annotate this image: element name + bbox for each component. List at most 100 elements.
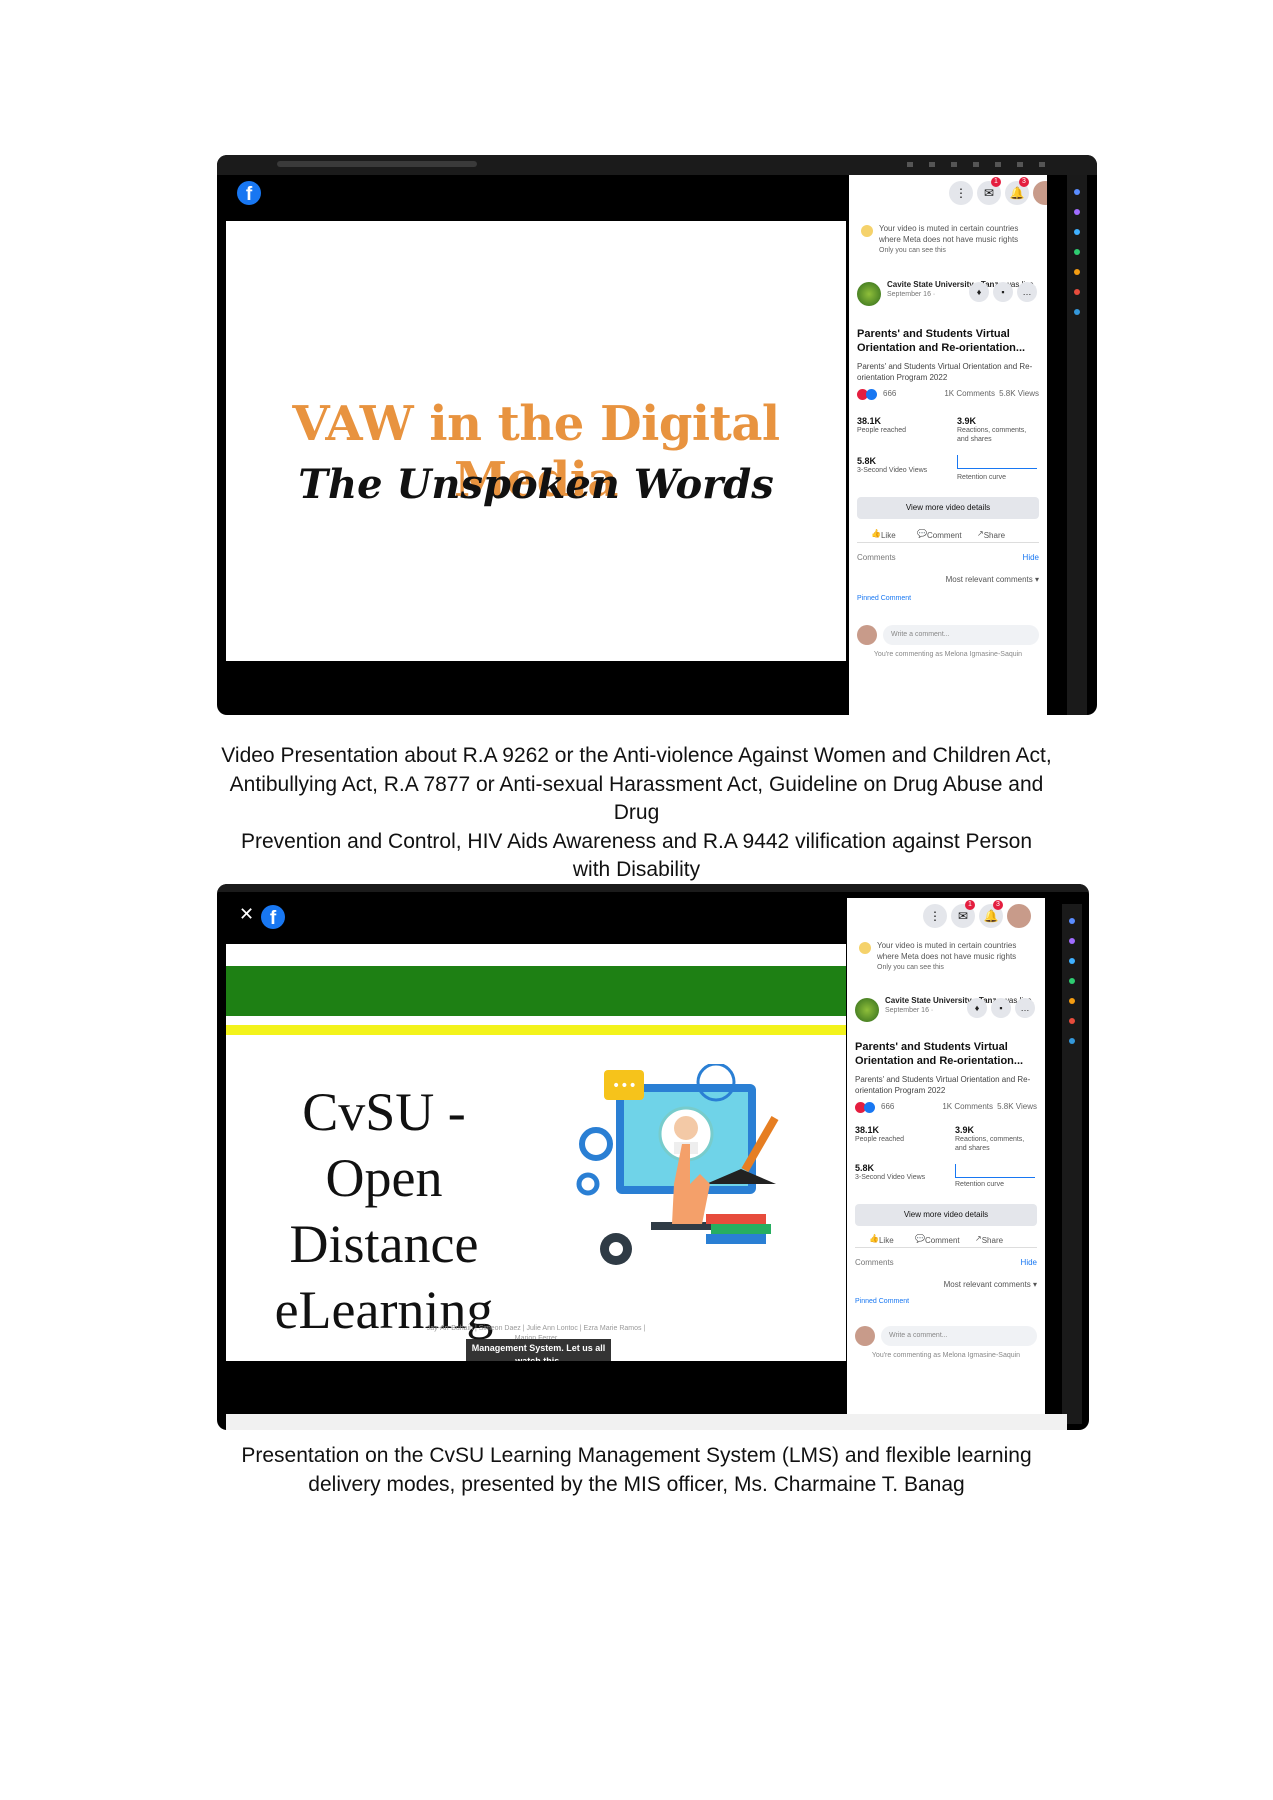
three-second-views-label: 3-Second Video Views bbox=[857, 467, 928, 474]
three-second-views-value: 5.8K bbox=[855, 1163, 875, 1173]
comment-input[interactable]: Write a comment... bbox=[881, 1326, 1037, 1346]
people-reached-value: 38.1K bbox=[857, 416, 882, 426]
page-avatar[interactable] bbox=[855, 998, 879, 1022]
comment-sort-dropdown[interactable]: Most relevant comments ▾ bbox=[857, 575, 1039, 584]
bell-icon[interactable]: ♦ bbox=[967, 998, 987, 1018]
caption-line: with Disability bbox=[572, 858, 701, 881]
video-title: Parents' and Students Virtual Orientatio… bbox=[857, 328, 1026, 354]
avatar bbox=[857, 625, 877, 645]
svg-text:•••: ••• bbox=[612, 1078, 637, 1094]
commenting-as-notice: You're commenting as Melona Igmasine-Saq… bbox=[871, 1352, 1021, 1359]
three-second-views-value: 5.8K bbox=[857, 456, 877, 466]
muted-notice: Your video is muted in certain countries… bbox=[857, 223, 1039, 256]
view-count: 5.8K Views bbox=[999, 389, 1039, 398]
reaction-count[interactable]: 666 bbox=[881, 1102, 894, 1111]
reaction-icons bbox=[855, 1102, 877, 1114]
avatar[interactable] bbox=[1033, 181, 1047, 205]
facebook-logo-icon[interactable]: f bbox=[261, 905, 285, 929]
avatar[interactable] bbox=[1007, 904, 1031, 928]
reaction-icons bbox=[857, 389, 879, 401]
engagement-stats: 666 1K Comments 5.8K Views bbox=[857, 389, 1039, 403]
video-description: Parents' and Students Virtual Orientatio… bbox=[857, 362, 1033, 382]
caption-line: Prevention and Control, HIV Aids Awarene… bbox=[240, 829, 1033, 853]
close-icon[interactable]: ✕ bbox=[239, 904, 254, 925]
notification-badge: 1 bbox=[991, 177, 1001, 187]
muted-notice: Your video is muted in certain countries… bbox=[855, 940, 1037, 973]
comment-composer: Write a comment... bbox=[855, 1326, 1037, 1346]
comment-sort-dropdown[interactable]: Most relevant comments ▾ bbox=[855, 1280, 1037, 1289]
menu-grid-icon[interactable]: ⋮ bbox=[949, 181, 973, 205]
page-header: Cavite State University - Tanza was live… bbox=[855, 996, 1037, 1036]
address-bar bbox=[277, 161, 477, 167]
notification-badge: 3 bbox=[993, 900, 1003, 910]
reaction-count[interactable]: 666 bbox=[883, 389, 896, 398]
facebook-logo-icon[interactable]: f bbox=[237, 181, 261, 205]
video-details-panel: ⋮ ✉ 1 🔔 3 Your video is muted in certain… bbox=[847, 898, 1045, 1416]
video-player[interactable]: VAW in the Digital Media The Unspoken Wo… bbox=[226, 221, 846, 661]
comment-button[interactable]: 💬 Comment bbox=[915, 1234, 960, 1245]
comment-count[interactable]: 1K Comments bbox=[942, 1102, 993, 1111]
slide-green-band bbox=[226, 966, 846, 1016]
caption-line: Presentation on the CvSU Learning Manage… bbox=[241, 1444, 1032, 1467]
only-you-text: Only you can see this bbox=[879, 247, 946, 254]
caption-line: Video Presentation about R.A 9262 or the… bbox=[221, 744, 1052, 767]
hide-comments-link[interactable]: Hide bbox=[1023, 553, 1039, 562]
comment-button[interactable]: 💬 Comment bbox=[917, 529, 962, 540]
video-player[interactable]: CvSU - Open Distance eLearning ••• Jay-A… bbox=[226, 944, 846, 1361]
browser-sidebar bbox=[1067, 175, 1087, 715]
three-second-views-label: 3-Second Video Views bbox=[855, 1174, 926, 1181]
browser-toolbar-icons bbox=[907, 162, 1057, 167]
slide-yellow-band bbox=[226, 1025, 846, 1035]
warning-icon bbox=[859, 942, 871, 954]
insights-grid: 38.1K People reached 3.9K Reactions, comme… bbox=[857, 417, 1039, 487]
video-details-panel: ⋮ ✉ 1 🔔 3 Your video is muted in certain… bbox=[849, 175, 1047, 715]
insights-grid: 38.1K People reached 3.9K Reactions, comme… bbox=[855, 1126, 1037, 1196]
more-icon[interactable]: … bbox=[1015, 998, 1035, 1018]
notification-badge: 1 bbox=[965, 900, 975, 910]
reactions-label: Reactions, comments, and shares bbox=[957, 427, 1027, 443]
comments-label: Comments bbox=[857, 553, 896, 562]
save-icon[interactable]: ▪ bbox=[991, 998, 1011, 1018]
view-more-details-button[interactable]: View more video details bbox=[855, 1204, 1037, 1226]
view-count: 5.8K Views bbox=[997, 1102, 1037, 1111]
warning-icon bbox=[861, 225, 873, 237]
muted-notice-text: Your video is muted in certain countries… bbox=[879, 224, 1019, 244]
comments-label: Comments bbox=[855, 1258, 894, 1267]
avatar bbox=[855, 1326, 875, 1346]
caption-line: Drug bbox=[613, 801, 660, 824]
bell-icon[interactable]: ♦ bbox=[969, 282, 989, 302]
page-header: Cavite State University - Tanza was live… bbox=[857, 280, 1039, 320]
facebook-video-screenshot-1: f VAW in the Digital Media The Unspoken … bbox=[217, 155, 1097, 715]
comment-count[interactable]: 1K Comments bbox=[944, 389, 995, 398]
comments-header: Comments Hide bbox=[855, 1258, 1037, 1272]
retention-curve-chart bbox=[955, 1164, 1035, 1178]
notification-badge: 3 bbox=[1019, 177, 1029, 187]
people-reached-label: People reached bbox=[855, 1136, 905, 1143]
retention-label: Retention curve bbox=[955, 1181, 1005, 1188]
view-more-details-button[interactable]: View more video details bbox=[857, 497, 1039, 519]
only-you-text: Only you can see this bbox=[877, 964, 944, 971]
caption-line: Antibullying Act, R.A 7877 or Anti-sexua… bbox=[229, 772, 1044, 796]
header-icons: ⋮ ✉ 1 🔔 3 bbox=[855, 900, 1037, 932]
video-title: Parents' and Students Virtual Orientatio… bbox=[855, 1041, 1024, 1067]
browser-sidebar bbox=[1062, 904, 1082, 1424]
share-button[interactable]: ↗ Share bbox=[977, 529, 1005, 540]
save-icon[interactable]: ▪ bbox=[993, 282, 1013, 302]
action-bar: 👍 Like 💬 Comment ↗ Share bbox=[857, 527, 1039, 543]
menu-grid-icon[interactable]: ⋮ bbox=[923, 904, 947, 928]
commenting-as-notice: You're commenting as Melona Igmasine-Saq… bbox=[873, 651, 1023, 658]
like-button[interactable]: 👍 Like bbox=[871, 529, 896, 540]
like-button[interactable]: 👍 Like bbox=[869, 1234, 894, 1245]
facebook-video-screenshot-2: ✕ f CvSU - Open Distance eLearning ••• J… bbox=[217, 884, 1089, 1430]
engagement-stats: 666 1K Comments 5.8K Views bbox=[855, 1102, 1037, 1116]
comment-input[interactable]: Write a comment... bbox=[883, 625, 1039, 645]
share-button[interactable]: ↗ Share bbox=[975, 1234, 1003, 1245]
hide-comments-link[interactable]: Hide bbox=[1021, 1258, 1037, 1267]
more-icon[interactable]: … bbox=[1017, 282, 1037, 302]
page-avatar[interactable] bbox=[857, 282, 881, 306]
elearning-illustration: ••• bbox=[576, 1064, 779, 1265]
comment-composer: Write a comment... bbox=[857, 625, 1039, 645]
browser-toolbar bbox=[217, 884, 1089, 892]
os-taskbar bbox=[226, 1414, 1067, 1430]
reactions-value: 3.9K bbox=[955, 1125, 975, 1135]
